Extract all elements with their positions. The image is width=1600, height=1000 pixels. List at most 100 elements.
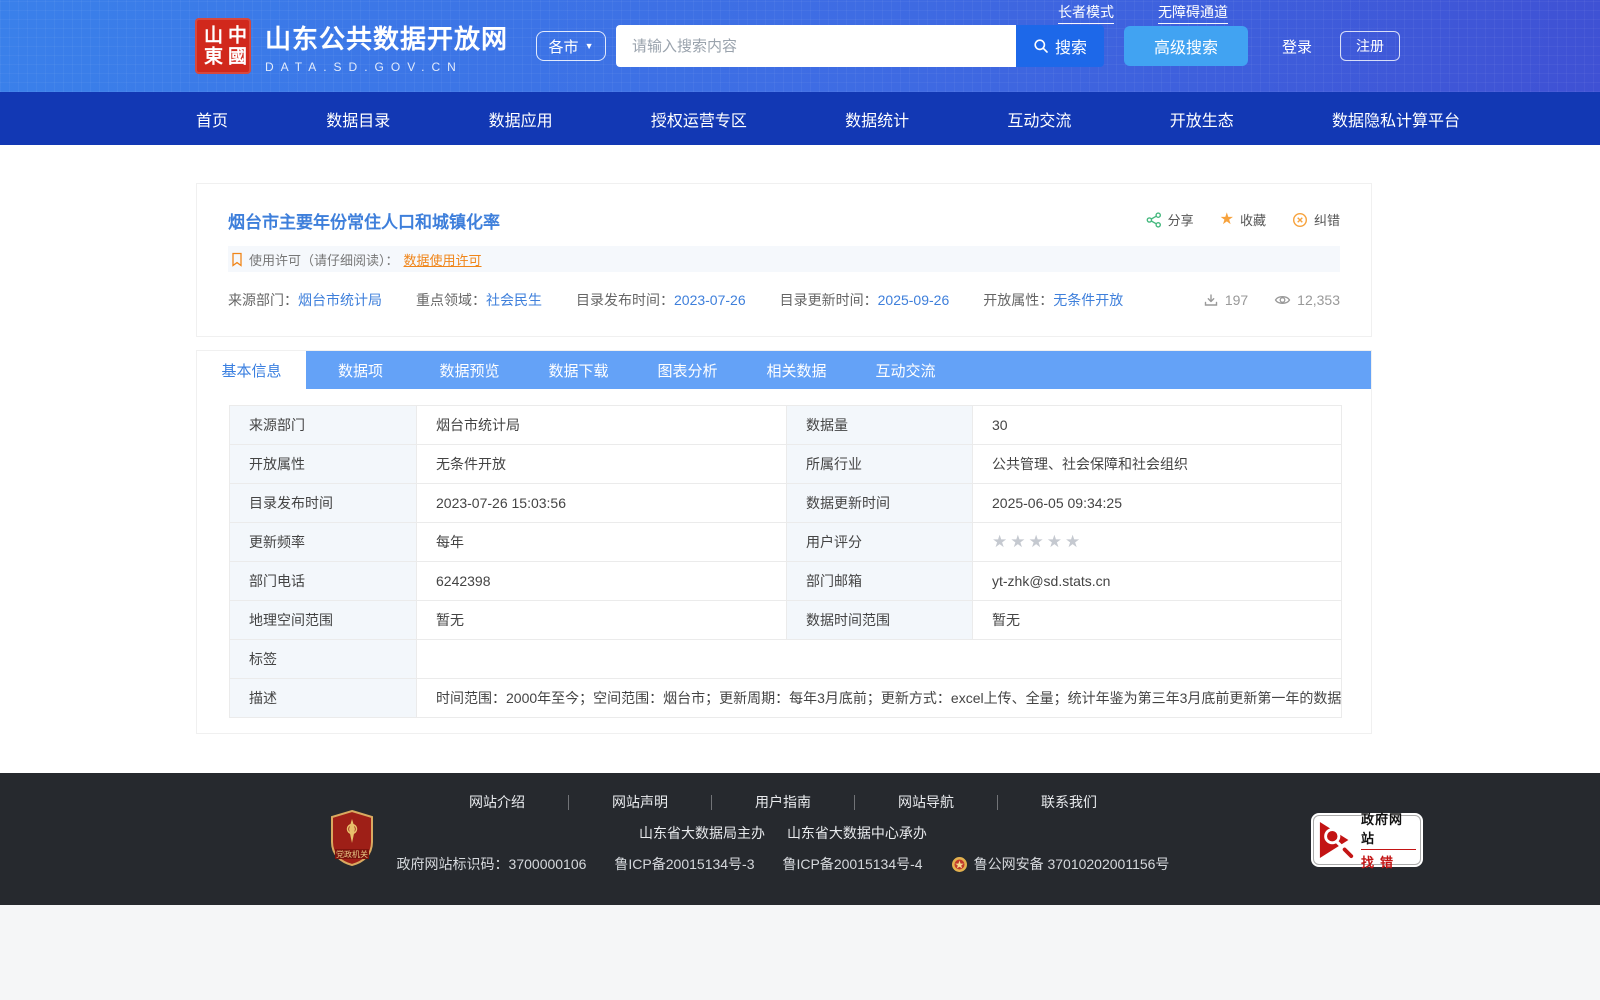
user-rating-stars[interactable]: ★★★★★: [992, 532, 1083, 551]
row0-value1: 烟台市统计局: [416, 405, 787, 445]
download-icon: [1203, 292, 1219, 308]
row1-label2: 所属行业: [786, 444, 973, 484]
meta-open-attribute: 开放属性：无条件开放: [983, 290, 1123, 310]
nav-item-authorized-operation[interactable]: 授权运营专区: [651, 107, 747, 131]
meta-key-domain-value[interactable]: 社会民生: [486, 292, 542, 308]
row1-label1: 开放属性: [229, 444, 417, 484]
tab-bar: 基本信息 数据项 数据预览 数据下载 图表分析 相关数据 互动交流: [197, 351, 1371, 389]
nav-item-privacy-computing[interactable]: 数据隐私计算平台: [1332, 107, 1460, 131]
share-label: 分享: [1167, 213, 1194, 228]
dataset-meta-row: 来源部门：烟台市统计局 重点领域：社会民生 目录发布时间：2023-07-26 …: [228, 290, 1340, 310]
row0-label2: 数据量: [786, 405, 973, 445]
table-row: 地理空间范围 暂无 数据时间范围 暂无: [229, 600, 1342, 640]
search-button[interactable]: 搜索: [1016, 25, 1105, 67]
login-link[interactable]: 登录: [1282, 36, 1312, 57]
bookmark-icon: [230, 252, 244, 267]
city-selector-label: 各市: [548, 38, 579, 56]
register-button[interactable]: 注册: [1340, 31, 1401, 61]
views-count: 12,353: [1297, 292, 1340, 308]
meta-source-dept-value[interactable]: 烟台市统计局: [298, 292, 382, 308]
circle-x-icon: [1292, 212, 1308, 228]
row1-value1: 无条件开放: [416, 444, 787, 484]
basic-info-table-wrap: 来源部门 烟台市统计局 数据量 30 开放属性 无条件开放 所属行业 公共管理、…: [197, 389, 1371, 733]
meta-update-date-value: 2025-09-26: [877, 292, 950, 308]
advanced-search-button[interactable]: 高级搜索: [1124, 26, 1249, 66]
footer-link-contact[interactable]: 联系我们: [998, 795, 1140, 810]
tab-data-download[interactable]: 数据下载: [524, 351, 633, 389]
footer-link-statement[interactable]: 网站声明: [569, 795, 712, 810]
row5-value1: 暂无: [416, 600, 787, 640]
row2-value1: 2023-07-26 15:03:56: [416, 483, 787, 523]
footer-link-user-guide[interactable]: 用户指南: [712, 795, 855, 810]
find-error-line2: 找错: [1361, 855, 1400, 870]
city-selector-dropdown[interactable]: 各市 ▼: [536, 31, 607, 61]
row1-value2: 公共管理、社会保障和社会组织: [972, 444, 1342, 484]
row0-value2: 30: [972, 405, 1342, 445]
find-error-line1: 政府网站: [1361, 809, 1416, 850]
tab-interaction[interactable]: 互动交流: [851, 351, 960, 389]
tab-basic-info[interactable]: 基本信息: [197, 351, 306, 389]
tags-value: [416, 639, 1342, 679]
tab-data-preview[interactable]: 数据预览: [415, 351, 524, 389]
seal-left-text: 山東: [201, 25, 222, 67]
table-row: 标签: [229, 639, 1342, 679]
meta-update-date-label: 目录更新时间：: [779, 292, 878, 308]
site-title: 山东公共数据开放网: [265, 23, 509, 54]
row2-value2: 2025-06-05 09:34:25: [972, 483, 1342, 523]
host-org-2: 山东省大数据中心承办: [786, 825, 927, 841]
row3-value2: ★★★★★: [972, 522, 1342, 562]
share-icon: [1146, 211, 1162, 228]
dataset-detail-panel: 基本信息 数据项 数据预览 数据下载 图表分析 相关数据 互动交流 来源部门 烟…: [196, 350, 1372, 734]
tab-related-data[interactable]: 相关数据: [742, 351, 851, 389]
row4-value1: 6242398: [416, 561, 787, 601]
site-identifier-code: 政府网站标识码：3700000106: [396, 856, 587, 872]
nav-item-home[interactable]: 首页: [196, 107, 228, 131]
nav-item-open-ecosystem[interactable]: 开放生态: [1170, 107, 1234, 131]
nav-item-data-statistics[interactable]: 数据统计: [845, 107, 909, 131]
tab-data-items[interactable]: 数据项: [306, 351, 415, 389]
license-link[interactable]: 数据使用许可: [404, 250, 482, 269]
footer-link-sitemap[interactable]: 网站导航: [855, 795, 998, 810]
row2-label2: 数据更新时间: [786, 483, 973, 523]
nav-item-data-apps[interactable]: 数据应用: [489, 107, 553, 131]
error-correction-button[interactable]: 纠错: [1292, 210, 1340, 229]
search-input[interactable]: [616, 25, 1017, 67]
tab-chart-analysis[interactable]: 图表分析: [633, 351, 742, 389]
icp-license-1[interactable]: 鲁ICP备20015134号-3: [614, 854, 754, 874]
main-nav: 首页 数据目录 数据应用 授权运营专区 数据统计 互动交流 开放生态 数据隐私计…: [0, 92, 1600, 145]
footer-links: 网站介绍 网站声明 用户指南 网站导航 联系我们: [0, 773, 1583, 810]
row4-label2: 部门邮箱: [786, 561, 973, 601]
police-registration[interactable]: 鲁公网安备 37010202001156号: [951, 854, 1170, 874]
dataset-title: 烟台市主要年份常住人口和城镇化率: [228, 213, 500, 232]
meta-publish-date-value: 2023-07-26: [674, 292, 746, 308]
views-stat: 12,353: [1274, 292, 1340, 308]
row4-label1: 部门电话: [229, 561, 417, 601]
meta-open-attribute-label: 开放属性：: [983, 292, 1054, 308]
main-content: 烟台市主要年份常住人口和城镇化率 分享 ★ 收藏 纠错 使用许可（请仔细阅读）：…: [196, 183, 1372, 734]
row3-value1: 每年: [416, 522, 787, 562]
meta-key-domain-label: 重点领域：: [416, 292, 486, 308]
dataset-header-card: 烟台市主要年份常住人口和城镇化率 分享 ★ 收藏 纠错 使用许可（请仔细阅读）：…: [196, 183, 1372, 337]
chevron-down-icon: ▼: [584, 41, 594, 51]
favorite-button[interactable]: ★ 收藏: [1220, 210, 1266, 229]
site-logo-seal-icon: 山東 中國: [195, 18, 251, 74]
meta-key-domain: 重点领域：社会民生: [416, 290, 542, 310]
page-bottom-strip: [0, 905, 1600, 1000]
table-row: 描述 时间范围：2000年至今；空间范围：烟台市；更新周期：每年3月底前；更新方…: [229, 678, 1342, 718]
row2-label1: 目录发布时间: [229, 483, 417, 523]
police-registration-text: 鲁公网安备 37010202001156号: [973, 856, 1170, 872]
row3-label1: 更新频率: [229, 522, 417, 562]
nav-item-interaction[interactable]: 互动交流: [1007, 107, 1071, 131]
footer-link-about[interactable]: 网站介绍: [426, 795, 569, 810]
meta-update-date: 目录更新时间：2025-09-26: [780, 290, 950, 310]
license-prefix: 使用许可（请仔细阅读）：: [249, 252, 399, 268]
meta-open-attribute-value[interactable]: 无条件开放: [1053, 292, 1123, 308]
gov-site-find-error-badge[interactable]: 政府网站 找错: [1313, 812, 1421, 870]
nav-item-data-catalog[interactable]: 数据目录: [326, 107, 390, 131]
meta-source-dept: 来源部门：烟台市统计局: [228, 290, 382, 310]
icp-license-2[interactable]: 鲁ICP备20015134号-4: [783, 854, 923, 874]
share-button[interactable]: 分享: [1146, 210, 1194, 229]
search-icon: [1033, 38, 1049, 54]
search-box: 搜索: [616, 25, 1105, 67]
dataset-actions: 分享 ★ 收藏 纠错: [1146, 210, 1340, 229]
